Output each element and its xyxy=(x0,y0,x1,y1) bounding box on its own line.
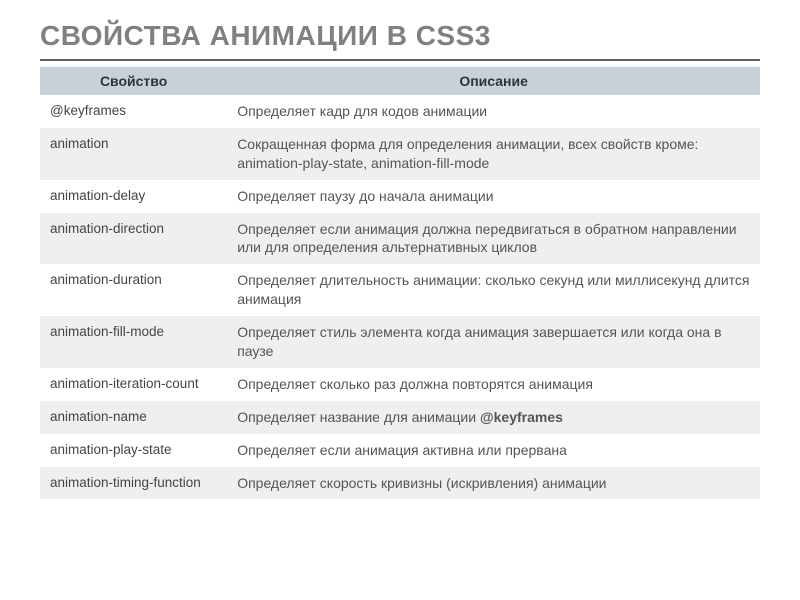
table-row: animation-iteration-count Определяет ско… xyxy=(40,368,760,401)
cell-property: animation xyxy=(40,128,227,180)
cell-property: @keyframes xyxy=(40,95,227,128)
cell-description: Определяет скорость кривизны (искривлени… xyxy=(227,467,760,500)
cell-description: Определяет длительность анимации: скольк… xyxy=(227,264,760,316)
page-title: СВОЙСТВА АНИМАЦИИ В CSS3 xyxy=(40,20,760,55)
cell-property: animation-fill-mode xyxy=(40,316,227,368)
table-row: animation-direction Определяет если аним… xyxy=(40,213,760,265)
cell-description: Определяет стиль элемента когда анимация… xyxy=(227,316,760,368)
properties-table: Свойство Описание @keyframes Определяет … xyxy=(40,67,760,499)
table-header-row: Свойство Описание xyxy=(40,67,760,95)
table-row: animation Сокращенная форма для определе… xyxy=(40,128,760,180)
table-row: animation-name Определяет название для а… xyxy=(40,401,760,434)
table-row: animation-play-state Определяет если ани… xyxy=(40,434,760,467)
cell-property: animation-delay xyxy=(40,180,227,213)
cell-description: Сокращенная форма для определения анимац… xyxy=(227,128,760,180)
table-row: animation-fill-mode Определяет стиль эле… xyxy=(40,316,760,368)
cell-description: Определяет паузу до начала анимации xyxy=(227,180,760,213)
cell-description: Определяет кадр для кодов анимации xyxy=(227,95,760,128)
description-bold: @keyframes xyxy=(480,409,563,425)
table-row: animation-delay Определяет паузу до нача… xyxy=(40,180,760,213)
cell-property: animation-direction xyxy=(40,213,227,265)
cell-property: animation-iteration-count xyxy=(40,368,227,401)
cell-property: animation-play-state xyxy=(40,434,227,467)
description-prefix: Определяет название для анимации xyxy=(237,409,480,425)
header-description: Описание xyxy=(227,67,760,95)
table-row: animation-timing-function Определяет ско… xyxy=(40,467,760,500)
cell-description: Определяет если анимация активна или пре… xyxy=(227,434,760,467)
cell-property: animation-duration xyxy=(40,264,227,316)
cell-description: Определяет если анимация должна передвиг… xyxy=(227,213,760,265)
cell-property: animation-name xyxy=(40,401,227,434)
table-row: animation-duration Определяет длительнос… xyxy=(40,264,760,316)
cell-description: Определяет название для анимации @keyfra… xyxy=(227,401,760,434)
cell-description: Определяет сколько раз должна повторятся… xyxy=(227,368,760,401)
cell-property: animation-timing-function xyxy=(40,467,227,500)
table-row: @keyframes Определяет кадр для кодов ани… xyxy=(40,95,760,128)
header-property: Свойство xyxy=(40,67,227,95)
title-underline xyxy=(40,59,760,61)
